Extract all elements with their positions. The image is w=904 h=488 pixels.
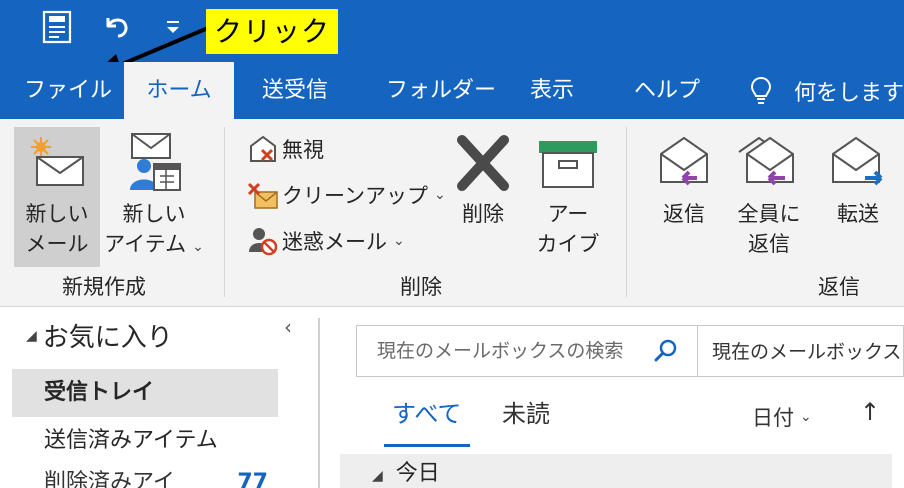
reply-all-label-2: 返信: [748, 232, 790, 256]
folder-deleted[interactable]: 削除済みアイ 77: [12, 459, 278, 488]
group-header-today[interactable]: ◢ 今日: [340, 454, 892, 488]
sort-direction-icon[interactable]: ↑: [860, 398, 880, 426]
filter-unread-tab[interactable]: 未読: [502, 394, 550, 429]
collapse-triangle-icon: ◢: [26, 327, 37, 344]
favorites-header[interactable]: ◢ お気に入り: [26, 317, 173, 354]
tab-file[interactable]: ファイル: [24, 62, 112, 119]
junk-icon: [244, 225, 282, 257]
save-icon[interactable]: [40, 10, 74, 44]
forward-button[interactable]: 転送: [820, 127, 896, 267]
tell-me-box[interactable]: 何をしますか: [750, 62, 904, 119]
new-mail-button[interactable]: 新しい メール: [14, 127, 100, 267]
tab-help[interactable]: ヘルプ: [634, 62, 700, 119]
group-today-label: 今日: [395, 461, 440, 486]
ignore-button[interactable]: 無視: [244, 131, 324, 167]
new-mail-label-1: 新しい: [25, 202, 89, 226]
reply-all-icon: [737, 127, 801, 199]
group-separator: [224, 127, 225, 297]
tell-me-text: 何をしますか: [794, 80, 904, 106]
search-input[interactable]: [377, 340, 649, 362]
folder-inbox[interactable]: 受信トレイ: [12, 369, 278, 417]
unread-count-badge: 77: [237, 470, 268, 488]
pane-divider[interactable]: [318, 318, 320, 488]
junk-button[interactable]: 迷惑メール ⌄: [244, 223, 405, 259]
folder-sent[interactable]: 送信済みアイテム: [12, 417, 278, 465]
new-item-button[interactable]: 新しい アイテム ⌄: [104, 127, 204, 267]
search-box[interactable]: [356, 325, 698, 377]
new-item-icon: [122, 127, 186, 199]
ribbon-tabs: ファイル ホーム 送受信 フォルダー 表示 ヘルプ 何をしますか: [0, 62, 904, 119]
archive-icon: [537, 127, 599, 199]
chevron-down-icon: ⌄: [800, 409, 812, 425]
archive-button[interactable]: アー カイブ: [526, 127, 610, 267]
reply-all-label-1: 全員に: [737, 202, 801, 226]
folder-sent-label: 送信済みアイテム: [44, 428, 218, 453]
group-label-respond: 返信: [818, 275, 860, 299]
cleanup-icon: [244, 179, 282, 211]
junk-dropdown-icon: ⌄: [393, 233, 405, 249]
favorites-label: お気に入り: [42, 323, 173, 353]
active-filter-indicator: [384, 444, 470, 447]
tab-view[interactable]: 表示: [530, 62, 574, 119]
filter-all-tab[interactable]: すべて: [392, 394, 461, 429]
delete-button[interactable]: 削除: [444, 127, 522, 267]
sort-by-date-dropdown[interactable]: 日付 ⌄: [752, 402, 812, 432]
search-scope-dropdown[interactable]: 現在のメールボックス: [698, 325, 904, 377]
search-icon[interactable]: [653, 338, 679, 364]
new-mail-label-2: メール: [25, 232, 89, 256]
collapse-pane-icon[interactable]: ‹: [284, 315, 292, 339]
reply-all-button[interactable]: 全員に 返信: [726, 127, 812, 267]
cleanup-button[interactable]: クリーンアップ ⌄: [244, 177, 446, 213]
group-label-new: 新規作成: [62, 275, 146, 299]
reply-icon: [655, 127, 713, 199]
new-item-label-1: 新しい: [122, 202, 186, 226]
lightbulb-icon: [750, 76, 772, 104]
delete-label: 削除: [462, 202, 504, 226]
cleanup-label: クリーンアップ: [282, 184, 428, 208]
archive-label-1: アー: [547, 202, 589, 226]
tab-folder[interactable]: フォルダー: [386, 62, 496, 119]
tab-home[interactable]: ホーム: [124, 62, 234, 119]
ribbon: 新しい メール 新しい アイテム ⌄ 無視 クリーンアップ ⌄ 迷惑メール ⌄ …: [0, 119, 904, 307]
delete-icon: [454, 127, 512, 199]
group-separator: [626, 127, 627, 297]
group-label-delete: 削除: [400, 275, 442, 299]
forward-icon: [829, 127, 887, 199]
folder-deleted-label: 削除済みアイ: [44, 470, 175, 488]
new-mail-icon: [27, 127, 87, 199]
collapse-triangle-icon: ◢: [372, 468, 383, 484]
ignore-icon: [244, 133, 282, 165]
archive-label-2: カイブ: [536, 232, 600, 256]
forward-label: 転送: [837, 202, 879, 226]
new-item-dropdown-icon: ⌄: [192, 239, 204, 255]
new-item-label-2: アイテム ⌄: [104, 232, 204, 256]
folder-inbox-label: 受信トレイ: [44, 380, 155, 405]
sort-label: 日付: [752, 406, 794, 430]
ignore-label: 無視: [282, 138, 324, 162]
tab-send-receive[interactable]: 送受信: [262, 62, 328, 119]
junk-label: 迷惑メール: [282, 230, 387, 254]
navigation-pane: ◢ お気に入り ‹ 受信トレイ 送信済みアイテム 削除済みアイ 77: [0, 307, 310, 488]
callout-label: クリック: [206, 9, 338, 54]
reply-label: 返信: [663, 202, 705, 226]
reply-button[interactable]: 返信: [644, 127, 724, 267]
